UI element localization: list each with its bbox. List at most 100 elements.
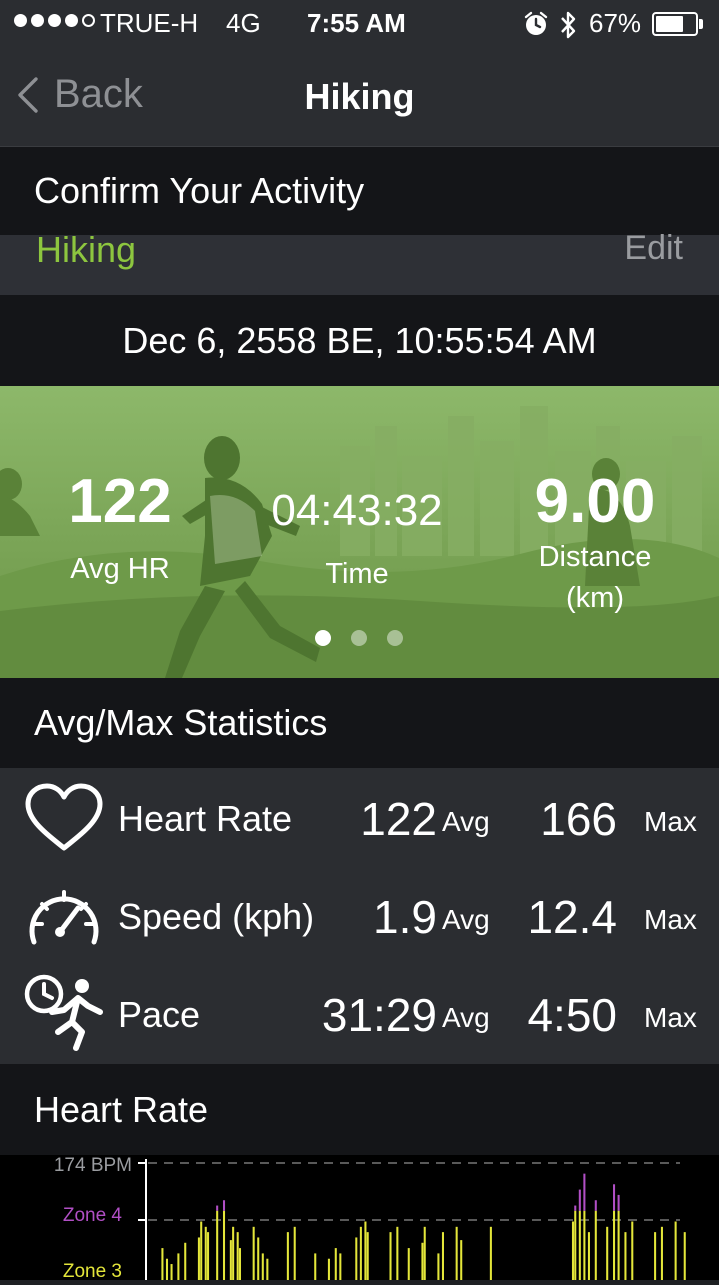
hr-bar [177,1253,180,1280]
page-dot[interactable] [387,630,403,646]
hr-bar [613,1210,616,1280]
page-dot[interactable] [315,630,331,646]
avg-hr-value: 122 [68,467,172,536]
hr-bar [327,1258,330,1280]
distance-unit: (km) [566,582,624,614]
avg-max-statistics-header: Avg/Max Statistics [0,678,719,768]
hr-bar-zone4 [574,1205,577,1211]
confirm-activity-header: Confirm Your Activity [0,147,719,235]
hr-bar [624,1232,627,1280]
pace-runner-icon [24,974,103,1051]
hr-bar [631,1221,634,1280]
hr-bar [574,1210,577,1280]
page-dot[interactable] [351,630,367,646]
signal-dot [65,14,78,27]
page-indicator[interactable] [315,630,403,646]
stat-row-pace: Pace 31:29 Avg 4:50 Max [0,964,719,1062]
distance-value: 9.00 [534,467,656,536]
stat-avg-label: Avg [442,904,490,935]
hr-bar [257,1237,260,1280]
network-type: 4G [226,8,261,38]
signal-dot [82,14,95,27]
stat-avg-label: Avg [442,1002,490,1033]
battery-tip [699,19,703,29]
distance-label: Distance [538,541,652,573]
hr-bar [200,1221,203,1280]
hr-bar-zone4 [594,1200,597,1211]
hr-bar [455,1226,458,1280]
activity-type-row[interactable]: Hiking Edit [0,229,719,295]
hr-bar [460,1240,463,1280]
hr-bar-zone4 [583,1173,586,1211]
alarm-icon [524,11,548,35]
hr-bar [261,1253,264,1280]
hr-bar [437,1253,440,1280]
carrier-label: TRUE-H [100,8,199,38]
hr-bar [578,1210,581,1280]
stat-name: Pace [118,994,201,1035]
hr-bar [583,1210,586,1280]
hr-bar [184,1242,187,1280]
signal-dot [31,14,44,27]
stat-name: Heart Rate [118,798,293,839]
hr-bar [683,1232,686,1280]
stat-row-speed: Speed (kph) 1.9 Avg 12.4 Max [0,866,719,964]
hr-bar [170,1264,173,1280]
hr-bar [165,1258,169,1280]
hr-bar [207,1232,210,1280]
heart-icon [25,783,103,851]
stat-avg-value: 122 [360,793,437,845]
hr-bar-zone4 [222,1200,226,1211]
hr-bar [236,1232,239,1280]
stat-name: Speed (kph) [118,896,315,937]
hr-bar [252,1226,255,1280]
y-label-zone3: Zone 3 [63,1261,122,1280]
signal-dot [14,14,27,27]
hr-bar [161,1248,164,1280]
stat-row-heart-rate: Heart Rate 122 Avg 166 Max [0,768,719,866]
hr-bar [238,1248,242,1280]
status-bar: TRUE-H 4G 7:55 AM 67% [0,0,719,50]
battery-percent: 67% [589,8,642,38]
hr-bar [441,1232,445,1280]
hr-bar [222,1210,226,1280]
stat-max-value: 4:50 [527,989,617,1041]
hr-bar [339,1253,342,1280]
hr-bar [674,1221,677,1280]
hr-bar [232,1226,235,1280]
time-stat: 04:43:32 Time [257,486,457,591]
hr-bar [197,1237,200,1280]
bluetooth-icon [561,11,576,39]
time-value: 04:43:32 [271,486,443,535]
hr-bar [334,1248,337,1280]
stat-avg-value: 31:29 [321,989,437,1041]
hr-bar [407,1248,410,1280]
stat-max-value: 166 [540,793,617,845]
hr-bar [571,1221,575,1280]
hr-bar [654,1232,657,1280]
stat-max-label: Max [644,904,697,935]
time-label: Time [325,558,389,590]
hr-bar [423,1226,426,1280]
hr-bar-zone4 [216,1205,219,1211]
hr-bar [594,1210,597,1280]
edit-button[interactable]: Edit [624,229,683,268]
hr-bar [364,1221,367,1280]
battery-icon [652,12,698,36]
hr-bar [204,1226,207,1280]
hr-bar [366,1232,369,1280]
hr-bar [396,1226,399,1280]
stat-max-label: Max [644,1002,697,1033]
hr-bar-zone4 [613,1184,616,1211]
hr-bar [606,1226,609,1280]
hr-bar [266,1258,269,1280]
hr-bar [314,1253,317,1280]
hr-bar [286,1232,289,1280]
statistics-table: Heart Rate 122 Avg 166 Max Speed (kph) 1… [0,768,719,1064]
avg-hr-label: Avg HR [70,553,170,585]
heart-rate-chart-svg: 174 BPM Zone 4 Zone 3 [54,1155,686,1282]
stat-max-value: 12.4 [527,891,617,943]
hr-bar [216,1210,219,1280]
page-title: Hiking [304,76,415,117]
hr-bar [421,1242,424,1280]
